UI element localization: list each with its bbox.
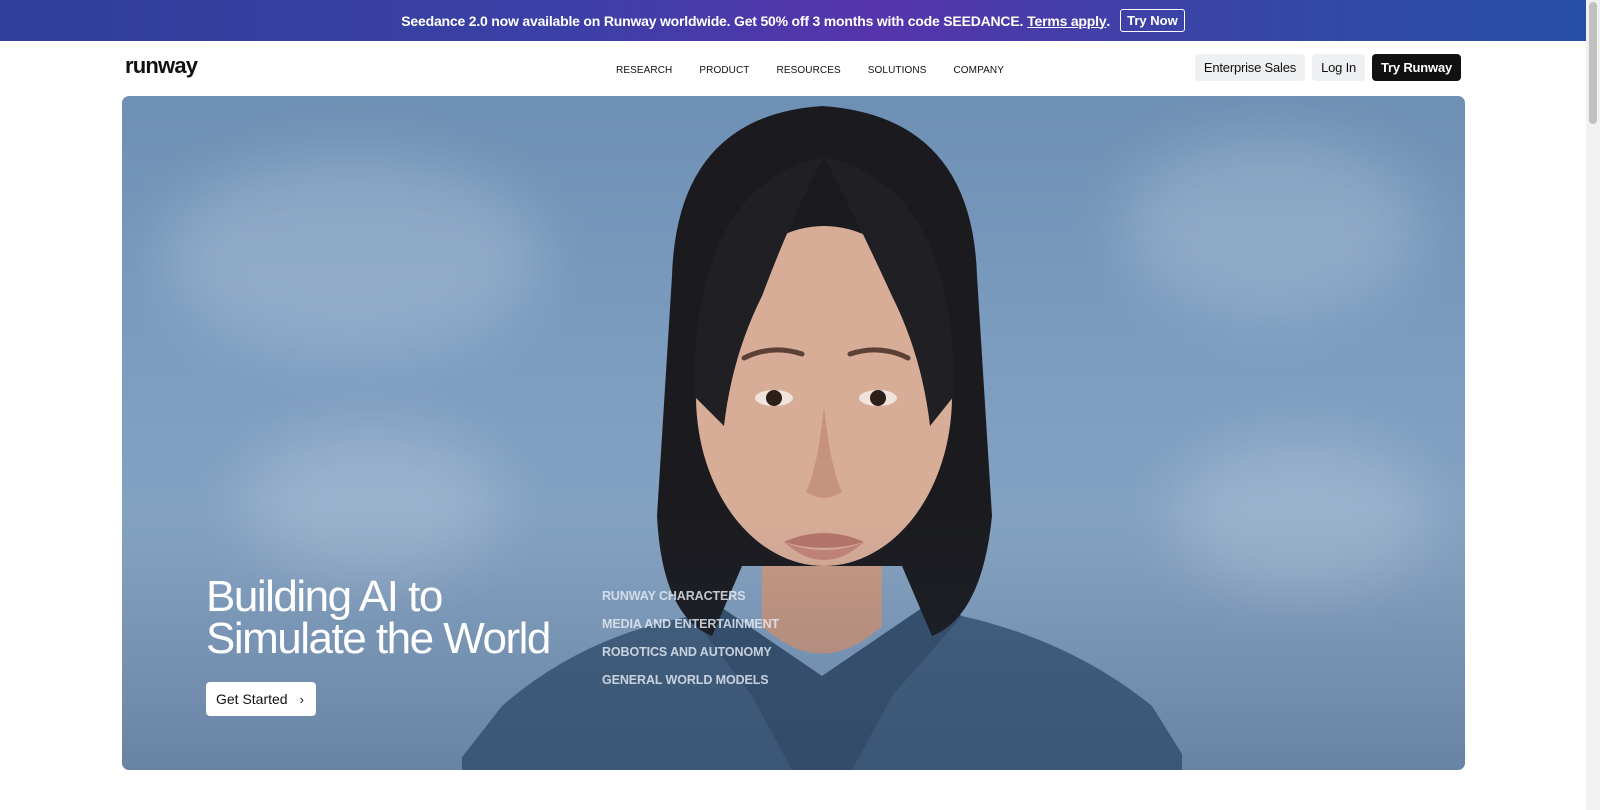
hero-title-line-2: Simulate the World	[206, 614, 551, 663]
link-general-world-models[interactable]: GENERAL WORLD MODELS	[602, 673, 779, 687]
hero-title-line-1: Building AI to	[206, 572, 443, 621]
nav-company[interactable]: COMPANY	[953, 65, 1004, 76]
terms-link[interactable]: Terms apply	[1027, 13, 1106, 29]
header-actions: Enterprise Sales Log In Try Runway	[1194, 54, 1461, 81]
hero-title: Building AI to Simulate the World	[206, 572, 586, 663]
nav-research[interactable]: RESEARCH	[616, 65, 672, 76]
hero-section: Building AI to Simulate the World Get St…	[122, 96, 1465, 770]
scrollbar-thumb[interactable]	[1589, 2, 1597, 124]
site-header: runway RESEARCH PRODUCT RESOURCES SOLUTI…	[0, 41, 1586, 96]
banner-message: Seedance 2.0 now available on Runway wor…	[401, 12, 1024, 29]
link-robotics-autonomy[interactable]: ROBOTICS AND AUTONOMY	[602, 645, 779, 659]
nav-product[interactable]: PRODUCT	[699, 65, 749, 76]
hero-category-links: RUNWAY CHARACTERS MEDIA AND ENTERTAINMEN…	[602, 589, 779, 701]
banner-terms-suffix: .	[1106, 12, 1111, 29]
try-runway-button[interactable]: Try Runway	[1372, 54, 1461, 81]
main-nav: RESEARCH PRODUCT RESOURCES SOLUTIONS COM…	[616, 65, 1031, 76]
runway-logo[interactable]: runway	[125, 53, 198, 79]
link-media-entertainment[interactable]: MEDIA AND ENTERTAINMENT	[602, 617, 779, 631]
get-started-label: Get Started	[216, 691, 288, 707]
enterprise-sales-button[interactable]: Enterprise Sales	[1194, 54, 1306, 81]
announcement-banner: Seedance 2.0 now available on Runway wor…	[0, 0, 1586, 41]
link-runway-characters[interactable]: RUNWAY CHARACTERS	[602, 589, 779, 603]
get-started-button[interactable]: Get Started ›	[206, 682, 316, 716]
log-in-button[interactable]: Log In	[1312, 54, 1366, 81]
try-now-button[interactable]: Try Now	[1120, 9, 1185, 32]
page-scrollbar[interactable]	[1586, 0, 1600, 810]
nav-solutions[interactable]: SOLUTIONS	[868, 65, 927, 76]
nav-resources[interactable]: RESOURCES	[777, 65, 841, 76]
chevron-right-icon: ›	[299, 691, 304, 707]
